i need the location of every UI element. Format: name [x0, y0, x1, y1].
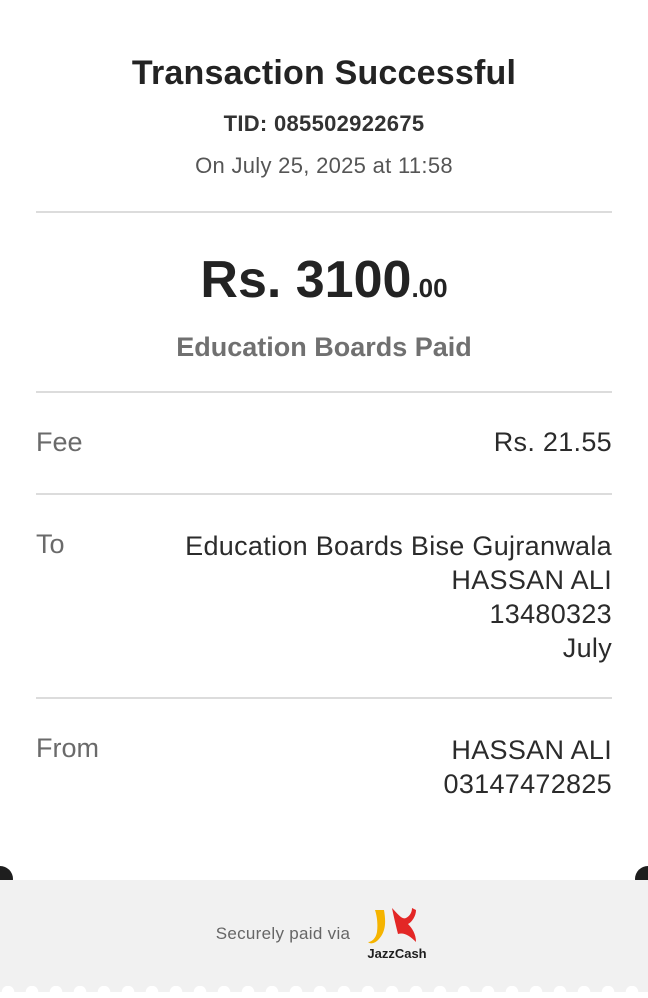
jazzcash-logo-icon: JazzCash — [362, 904, 432, 964]
fee-value: Rs. 21.55 — [493, 427, 612, 457]
from-number: 03147472825 — [443, 769, 612, 799]
to-label: To — [36, 529, 65, 559]
to-biller-name: Education Boards Bise Gujranwala — [185, 531, 612, 561]
fee-label: Fee — [36, 427, 83, 457]
amount-block: Rs. 3100.00 Education Boards Paid — [0, 250, 648, 363]
jazzcash-logo-text: JazzCash — [368, 946, 427, 961]
transaction-id: TID: 085502922675 — [223, 111, 425, 136]
secure-payment-badge: Securely paid via JazzCash — [0, 904, 648, 964]
divider — [36, 697, 612, 699]
perforated-edge — [0, 986, 648, 998]
payment-purpose: Education Boards Paid — [176, 332, 472, 362]
divider — [36, 211, 612, 213]
amount-decimals: .00 — [411, 273, 448, 303]
from-name: HASSAN ALI — [451, 735, 612, 765]
to-month: July — [562, 633, 612, 663]
divider — [36, 391, 612, 393]
to-row: To Education Boards Bise Gujranwala HASS… — [36, 529, 612, 665]
to-details: Education Boards Bise Gujranwala HASSAN … — [185, 529, 612, 665]
from-label: From — [36, 733, 99, 763]
divider — [36, 493, 612, 495]
to-reference-number: 13480323 — [489, 599, 612, 629]
transaction-date: On July 25, 2025 at 11:58 — [195, 153, 453, 178]
fee-row: Fee Rs. 21.55 — [36, 427, 612, 458]
receipt-header: Transaction Successful TID: 085502922675… — [0, 54, 648, 179]
amount-main: Rs. 3100 — [200, 251, 412, 309]
amount-value: Rs. 3100.00 — [0, 250, 648, 318]
receipt-footer: Securely paid via JazzCash — [0, 880, 648, 998]
to-consumer-name: HASSAN ALI — [451, 565, 612, 595]
receipt-card: Transaction Successful TID: 085502922675… — [0, 0, 648, 998]
page-title: Transaction Successful — [131, 54, 517, 92]
from-row: From HASSAN ALI 03147472825 — [36, 733, 612, 801]
from-details: HASSAN ALI 03147472825 — [444, 733, 612, 801]
secure-text: Securely paid via — [215, 924, 351, 943]
